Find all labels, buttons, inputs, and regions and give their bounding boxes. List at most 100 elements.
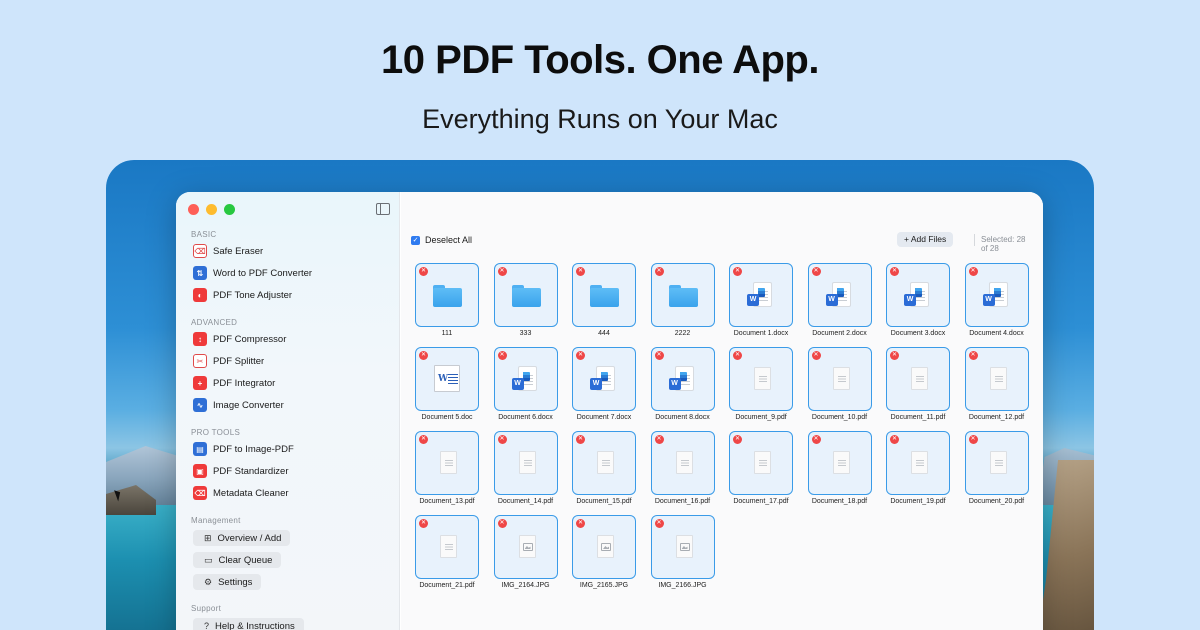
file-card[interactable]: ✕ [964, 431, 1029, 495]
file-card[interactable]: ✕ [886, 347, 950, 411]
pdf-document-icon [832, 367, 850, 390]
file-name: 444 [598, 330, 610, 337]
remove-file-icon[interactable]: ✕ [419, 351, 428, 360]
file-card[interactable]: ✕ [572, 263, 636, 327]
file-name: Document 3.docx [890, 330, 946, 337]
sidebar-item-pdf-to-image-pdf[interactable]: ▤ PDF to Image-PDF [193, 440, 294, 458]
file-card[interactable]: ✕ [572, 515, 636, 579]
remove-file-icon[interactable]: ✕ [811, 435, 821, 444]
file-card[interactable]: ✕ [650, 431, 715, 495]
sidebar-item-tone-adjuster[interactable]: ◐ PDF Tone Adjuster [193, 286, 292, 304]
file-card[interactable]: ✕ W [807, 263, 872, 327]
button-label: Clear Queue [218, 554, 273, 566]
add-files-button[interactable]: + Add Files [897, 232, 954, 247]
file-card[interactable]: ✕ W [572, 347, 636, 411]
pdf-document-icon [597, 451, 614, 474]
remove-file-icon[interactable]: ✕ [733, 435, 742, 444]
settings-button[interactable]: ⚙ Settings [193, 574, 262, 590]
remove-file-icon[interactable]: ✕ [654, 519, 664, 528]
file-card[interactable]: ✕ W [493, 347, 558, 411]
minimize-window-button[interactable] [206, 204, 217, 215]
remove-file-icon[interactable]: ✕ [811, 351, 821, 360]
remove-file-icon[interactable]: ✕ [576, 267, 585, 276]
help-icon: ? [204, 621, 210, 630]
file-card[interactable]: ✕ [807, 431, 872, 495]
remove-file-icon[interactable]: ✕ [733, 351, 742, 360]
clear-queue-button[interactable]: ▭ Clear Queue [193, 552, 282, 568]
remove-file-icon[interactable]: ✕ [497, 435, 507, 444]
file-name: Document_13.pdf [419, 498, 475, 505]
sidebar-item-compressor[interactable]: ↕ PDF Compressor [193, 330, 286, 348]
image-file-icon [597, 535, 614, 558]
file-card[interactable]: ✕ [729, 347, 793, 411]
file-name: 111 [441, 330, 453, 337]
file-card[interactable]: ✕ [493, 431, 558, 495]
remove-file-icon[interactable]: ✕ [811, 267, 821, 276]
file-card[interactable]: ✕ W [886, 263, 950, 327]
file-card[interactable]: ✕ [650, 515, 715, 579]
zoom-window-button[interactable] [224, 204, 235, 215]
sidebar-item-safe-eraser[interactable]: ⌫ Safe Eraser [193, 242, 263, 260]
file-card[interactable]: ✕ W [650, 347, 715, 411]
file-card[interactable]: ✕ W [964, 263, 1029, 327]
help-button[interactable]: ? Help & Instructions [193, 618, 304, 630]
file-card[interactable]: ✕ [650, 263, 715, 327]
sidebar-item-splitter[interactable]: ✂ PDF Splitter [193, 352, 264, 370]
file-card[interactable]: ✕ W [415, 347, 479, 411]
sidebar-item-image-converter[interactable]: ∿ Image Converter [193, 396, 284, 414]
file-name: Document_9.pdf [735, 414, 787, 421]
deselect-all-checkbox[interactable]: ✓ [411, 236, 420, 245]
remove-file-icon[interactable]: ✕ [419, 435, 428, 444]
tone-icon: ◐ [193, 288, 207, 302]
remove-file-icon[interactable]: ✕ [890, 267, 899, 276]
file-card[interactable]: ✕ [572, 431, 636, 495]
remove-file-icon[interactable]: ✕ [497, 519, 507, 528]
section-advanced: ADVANCED [191, 318, 238, 327]
folder-icon [668, 285, 698, 307]
pdf-document-icon [832, 451, 850, 474]
remove-file-icon[interactable]: ✕ [497, 351, 507, 360]
sidebar-item-label: PDF Integrator [213, 377, 276, 389]
file-card[interactable]: ✕ W [729, 263, 793, 327]
remove-file-icon[interactable]: ✕ [576, 435, 585, 444]
remove-file-icon[interactable]: ✕ [576, 351, 585, 360]
overview-add-button[interactable]: ⊞ Overview / Add [193, 530, 291, 546]
deselect-all-label[interactable]: Deselect All [425, 235, 472, 245]
sidebar-item-metadata-cleaner[interactable]: ⌫ Metadata Cleaner [193, 484, 289, 502]
file-card[interactable]: ✕ [415, 431, 479, 495]
file-card[interactable]: ✕ [415, 515, 479, 579]
sidebar-item-integrator[interactable]: + PDF Integrator [193, 374, 275, 392]
file-name: Document_15.pdf [576, 498, 632, 505]
remove-file-icon[interactable]: ✕ [733, 267, 742, 276]
remove-file-icon[interactable]: ✕ [968, 435, 978, 444]
file-name: Document_19.pdf [890, 498, 946, 505]
remove-file-icon[interactable]: ✕ [419, 267, 428, 276]
file-name: Document 8.docx [655, 414, 710, 421]
remove-file-icon[interactable]: ✕ [968, 267, 978, 276]
sidebar-item-label: Metadata Cleaner [213, 487, 289, 499]
remove-file-icon[interactable]: ✕ [968, 351, 978, 360]
remove-file-icon[interactable]: ✕ [419, 519, 428, 528]
remove-file-icon[interactable]: ✕ [576, 519, 585, 528]
file-card[interactable]: ✕ [886, 431, 950, 495]
remove-file-icon[interactable]: ✕ [654, 351, 664, 360]
file-card[interactable]: ✕ [964, 347, 1029, 411]
file-card[interactable]: ✕ [493, 263, 558, 327]
file-card[interactable]: ✕ [729, 431, 793, 495]
file-card[interactable]: ✕ [493, 515, 558, 579]
file-name: 333 [519, 330, 532, 337]
remove-file-icon[interactable]: ✕ [497, 267, 507, 276]
file-name: IMG_2166.JPG [658, 582, 707, 589]
remove-file-icon[interactable]: ✕ [890, 435, 899, 444]
sidebar: BASIC ⌫ Safe Eraser ⇅ Word to PDF Conver… [176, 192, 400, 630]
file-card[interactable]: ✕ [807, 347, 872, 411]
file-card[interactable]: ✕ [415, 263, 479, 327]
remove-file-icon[interactable]: ✕ [654, 435, 664, 444]
pdf-document-icon [754, 451, 771, 474]
sidebar-item-word-to-pdf[interactable]: ⇅ Word to PDF Converter [193, 264, 312, 282]
sidebar-toggle-icon[interactable] [376, 203, 390, 215]
remove-file-icon[interactable]: ✕ [890, 351, 899, 360]
close-window-button[interactable] [188, 204, 199, 215]
remove-file-icon[interactable]: ✕ [654, 267, 664, 276]
sidebar-item-standardizer[interactable]: ▣ PDF Standardizer [193, 462, 289, 480]
